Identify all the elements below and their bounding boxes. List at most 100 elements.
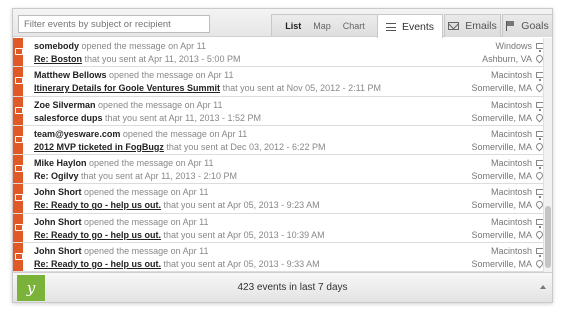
sent-time: that you sent at Nov 05, 2012 - 2:11 PM <box>222 83 382 94</box>
tab-events-label: Events <box>401 20 435 33</box>
message-subject-link[interactable]: Re: Ready to go - help us out. <box>34 230 161 240</box>
event-detail: the message on Apr 11 <box>116 245 209 256</box>
event-row[interactable]: somebody opened the message on Apr 11 Re:… <box>13 38 552 68</box>
recipient: John Short <box>34 216 82 227</box>
message-subject-link[interactable]: salesforce dups <box>34 113 103 123</box>
envelope-icon <box>13 125 23 154</box>
event-row[interactable]: John Short opened the message on Apr 11 R… <box>13 184 552 214</box>
sent-time: that you sent at Apr 11, 2013 - 2:10 PM <box>81 171 237 181</box>
event-detail: the message on Apr 11 <box>155 128 248 139</box>
message-subject-link[interactable]: Re: Ready to go - help us out. <box>34 259 161 269</box>
event-summary: Matthew Bellows opened the message on Ap… <box>34 70 234 80</box>
scrollbar[interactable] <box>543 38 552 272</box>
recipient: Matthew Bellows <box>34 70 107 81</box>
event-message: Re: Ready to go - help us out. that you … <box>34 259 320 269</box>
os-name: Macintosh <box>490 216 532 227</box>
event-verb: opened <box>84 216 115 227</box>
sent-time: that you sent at Apr 05, 2013 - 10:39 AM <box>163 229 325 240</box>
sent-time: that you sent at Apr 05, 2013 - 9:23 AM <box>163 200 320 211</box>
event-message: salesforce dups that you sent at Apr 11,… <box>34 113 261 123</box>
toolbar: List Map Chart Events Emails Goals <box>13 9 552 38</box>
event-row[interactable]: John Short opened the message on Apr 11 R… <box>13 242 552 272</box>
envelope-icon <box>13 184 23 213</box>
os-name: Macintosh <box>490 128 532 139</box>
event-verb: opened <box>98 99 129 110</box>
message-subject-link[interactable]: Re: Ready to go - help us out. <box>34 200 161 210</box>
event-summary: Zoe Silverman opened the message on Apr … <box>34 100 223 110</box>
tab-goals-label: Goals <box>521 20 549 32</box>
os-name: Macintosh <box>490 158 532 168</box>
collapse-arrow-icon[interactable] <box>540 285 546 289</box>
event-message: Re: Ogilvy that you sent at Apr 11, 2013… <box>34 171 237 181</box>
sent-time: that you sent at Dec 03, 2012 - 6:22 PM <box>166 141 326 152</box>
os-name: Macintosh <box>490 187 532 198</box>
event-verb: opened <box>109 70 140 81</box>
message-subject-link[interactable]: Re: Ogilvy <box>34 171 79 181</box>
os-name: Macintosh <box>490 245 532 256</box>
message-subject-link[interactable]: Itinerary Details for Goole Ventures Sum… <box>34 83 220 93</box>
event-detail: the message on Apr 11 <box>121 158 214 168</box>
scrollbar-thumb[interactable] <box>545 206 551 268</box>
search-input[interactable] <box>18 15 210 33</box>
event-message: 2012 MVP ticketed in FogBugz that you se… <box>34 142 326 152</box>
tab-emails[interactable]: Emails <box>444 14 501 37</box>
event-detail: the message on Apr 11 <box>116 216 209 227</box>
sent-time: that you sent at Apr 11, 2013 - 5:00 PM <box>84 54 241 64</box>
location: Somerville, MA <box>471 171 532 181</box>
envelope-icon <box>13 155 23 184</box>
event-row[interactable]: Zoe Silverman opened the message on Apr … <box>13 96 552 126</box>
tab-events[interactable]: Events <box>377 14 443 38</box>
envelope-icon <box>448 22 460 30</box>
yesware-logo[interactable]: y <box>17 275 45 301</box>
tab-emails-label: Emails <box>465 20 497 32</box>
recipient: John Short <box>34 245 82 256</box>
event-summary: John Short opened the message on Apr 11 <box>34 217 208 227</box>
envelope-icon <box>13 38 23 67</box>
sent-time: that you sent at Apr 05, 2013 - 9:33 AM <box>163 258 320 269</box>
location: Somerville, MA <box>471 229 532 240</box>
event-row[interactable]: John Short opened the message on Apr 11 R… <box>13 213 552 243</box>
event-verb: opened <box>122 128 153 139</box>
event-summary: John Short opened the message on Apr 11 <box>34 246 208 256</box>
os-name: Macintosh <box>490 70 532 81</box>
recipient: Zoe Silverman <box>34 99 96 110</box>
message-subject-link[interactable]: Re: Boston <box>34 54 82 64</box>
event-row[interactable]: Mike Haylon opened the message on Apr 11… <box>13 155 552 185</box>
event-detail: the message on Apr 11 <box>116 187 209 198</box>
sent-time: that you sent at Apr 11, 2013 - 1:52 PM <box>105 112 261 123</box>
recipient: somebody <box>34 41 80 51</box>
event-summary: team@yesware.com opened the message on A… <box>34 129 247 139</box>
recipient: team@yesware.com <box>34 128 121 139</box>
message-subject-link[interactable]: 2012 MVP ticketed in FogBugz <box>34 142 164 152</box>
event-message: Re: Ready to go - help us out. that you … <box>34 230 325 240</box>
event-message: Itinerary Details for Goole Ventures Sum… <box>34 83 381 93</box>
view-tab-map[interactable]: Map <box>313 21 331 31</box>
recipient: Mike Haylon <box>34 158 87 168</box>
event-count: 423 events in last 7 days <box>237 282 348 293</box>
event-summary: John Short opened the message on Apr 11 <box>34 187 208 197</box>
event-verb: opened <box>84 187 115 198</box>
events-panel: List Map Chart Events Emails Goals someb… <box>12 8 553 303</box>
tab-goals[interactable]: Goals <box>502 14 552 37</box>
flag-icon <box>506 21 515 31</box>
view-tab-list[interactable]: List <box>285 21 301 31</box>
location: Somerville, MA <box>471 141 532 152</box>
event-message: Re: Boston that you sent at Apr 11, 2013… <box>34 54 240 64</box>
event-detail: the message on Apr 11 <box>141 70 234 81</box>
location: Somerville, MA <box>471 258 532 269</box>
footer: y 423 events in last 7 days <box>13 272 552 302</box>
event-detail: the message on Apr 11 <box>114 41 206 51</box>
os-name: Macintosh <box>490 99 532 110</box>
event-summary: Mike Haylon opened the message on Apr 11 <box>34 158 214 168</box>
event-verb: opened <box>89 158 120 168</box>
event-row[interactable]: team@yesware.com opened the message on A… <box>13 125 552 155</box>
envelope-icon <box>13 213 23 242</box>
list-icon <box>385 22 396 31</box>
event-message: Re: Ready to go - help us out. that you … <box>34 200 320 210</box>
event-row[interactable]: Matthew Bellows opened the message on Ap… <box>13 67 552 97</box>
os-name: Windows <box>495 41 532 51</box>
view-tab-chart[interactable]: Chart <box>343 21 365 31</box>
location: Somerville, MA <box>471 112 532 123</box>
event-detail: the message on Apr 11 <box>130 99 223 110</box>
event-list[interactable]: somebody opened the message on Apr 11 Re:… <box>13 38 552 272</box>
